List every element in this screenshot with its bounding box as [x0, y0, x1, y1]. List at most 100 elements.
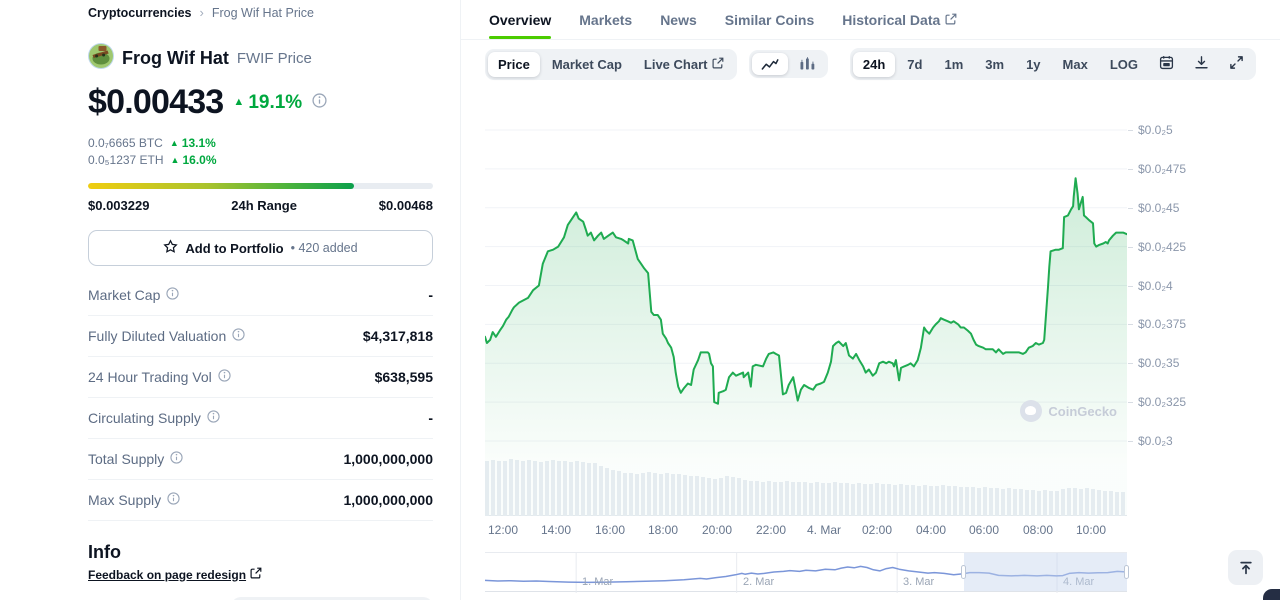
navigator-handle-right[interactable]: [1124, 565, 1129, 579]
add-to-portfolio-button[interactable]: Add to Portfolio • 420 added: [88, 230, 433, 266]
scroll-to-top-button[interactable]: [1228, 550, 1263, 585]
breadcrumb-cryptocurrencies[interactable]: Cryptocurrencies: [88, 6, 192, 20]
stat-row: Circulating Supply -: [88, 398, 433, 439]
page: Cryptocurrencies › Frog Wif Hat Price Fr…: [0, 0, 1280, 600]
range-bar-fill: [88, 183, 354, 189]
y-axis-tick: [1128, 208, 1133, 209]
download-button[interactable]: [1185, 51, 1218, 77]
download-icon: [1194, 55, 1209, 73]
range-max-button[interactable]: Max: [1053, 52, 1098, 77]
stat-label: 24 Hour Trading Vol: [88, 369, 231, 385]
info-icon[interactable]: [170, 451, 183, 467]
coin-price: $0.00433: [88, 83, 223, 122]
range-label: 24h Range: [231, 198, 297, 213]
tab-historical-data[interactable]: Historical Data: [842, 0, 957, 39]
navigator-handle-left[interactable]: [961, 565, 966, 579]
range-24h-button[interactable]: 24h: [853, 52, 895, 77]
tab-markets[interactable]: Markets: [579, 0, 632, 39]
stat-label: Fully Diluted Valuation: [88, 328, 245, 344]
navigator-date-label: 2. Mar: [743, 576, 774, 588]
info-icon[interactable]: [167, 492, 180, 508]
stat-value: -: [428, 410, 433, 426]
external-link-icon: [712, 57, 724, 72]
coingecko-logo-icon: [1020, 400, 1042, 422]
conversion-row-0: 0.0₇6665 BTC▲13.1%: [88, 135, 433, 152]
range-bar: [88, 183, 433, 189]
stat-value: $4,317,818: [363, 328, 433, 344]
x-axis-label: 08:00: [1023, 523, 1053, 537]
navigator-date-label: 3. Mar: [903, 576, 934, 588]
stat-label: Market Cap: [88, 287, 179, 303]
chart-navigator[interactable]: 1. Mar2. Mar3. Mar4. Mar: [485, 552, 1127, 592]
y-axis-label: $0.0₂475: [1138, 162, 1186, 176]
y-axis-tick: [1128, 169, 1133, 170]
navigator-selection[interactable]: [964, 553, 1127, 591]
y-axis-label: $0.0₂425: [1138, 240, 1186, 254]
y-axis-tick: [1128, 363, 1133, 364]
coin-name: Frog Wif Hat: [122, 48, 229, 69]
y-axis-label: $0.0₂3: [1138, 434, 1173, 448]
stat-label: Circulating Supply: [88, 410, 220, 426]
coin-header: Frog Wif Hat FWIF Price: [88, 43, 433, 74]
watermark-label: CoinGecko: [1048, 404, 1117, 419]
candlestick-style-button[interactable]: [790, 53, 825, 75]
fullscreen-button[interactable]: [1220, 51, 1253, 77]
info-icon[interactable]: [207, 410, 220, 426]
x-axis-label: 16:00: [595, 523, 625, 537]
view-price-button[interactable]: Price: [488, 52, 540, 77]
range-log-button[interactable]: LOG: [1100, 52, 1148, 77]
price-chart[interactable]: 12:0014:0016:0018:0020:0022:004. Mar02:0…: [485, 90, 1127, 516]
stat-row: Fully Diluted Valuation $4,317,818: [88, 316, 433, 357]
external-link-icon: [945, 12, 957, 28]
add-to-portfolio-label: Add to Portfolio: [185, 241, 283, 256]
x-axis-label: 12:00: [488, 523, 518, 537]
tab-news[interactable]: News: [660, 0, 697, 39]
chat-widget-corner[interactable]: [1263, 589, 1280, 600]
x-axis-label: 06:00: [969, 523, 999, 537]
range-1y-button[interactable]: 1y: [1016, 52, 1050, 77]
tab-overview[interactable]: Overview: [489, 0, 551, 39]
line-chart-style-button[interactable]: [752, 53, 788, 75]
portfolio-added-count: • 420 added: [291, 241, 358, 255]
star-icon: [163, 239, 178, 257]
external-link-icon: [250, 567, 262, 582]
conversion-row-1: 0.0₅1237 ETH▲16.0%: [88, 152, 433, 169]
view-market-cap-button[interactable]: Market Cap: [542, 52, 632, 77]
price-change: ▲ 19.1%: [233, 92, 302, 114]
coin-logo-icon: [88, 43, 114, 74]
info-icon[interactable]: [166, 287, 179, 303]
price-chart-svg: [485, 90, 1127, 516]
stat-label: Total Supply: [88, 451, 183, 467]
range-7d-button[interactable]: 7d: [897, 52, 932, 77]
info-icon[interactable]: [232, 328, 245, 344]
stat-value: -: [428, 287, 433, 303]
view-live-chart-button[interactable]: Live Chart: [634, 52, 735, 77]
range-low: $0.003229: [88, 198, 149, 213]
info-icon[interactable]: [218, 369, 231, 385]
contract-pill[interactable]: 0xd29...038521: [231, 597, 433, 600]
info-heading: Info: [88, 542, 433, 563]
x-axis-label: 14:00: [541, 523, 571, 537]
contract-row: Contract 0xd29...038521: [88, 597, 433, 600]
chart-panel: Overview Markets News Similar Coins Historic…: [460, 0, 1280, 600]
y-axis-label: $0.0₂4: [1138, 279, 1173, 293]
range-3m-button[interactable]: 3m: [975, 52, 1014, 77]
range-1m-button[interactable]: 1m: [934, 52, 973, 77]
breadcrumb-current: Frog Wif Hat Price: [212, 6, 314, 20]
chevron-right-icon: ›: [200, 5, 204, 20]
info-icon[interactable]: [312, 93, 327, 113]
tab-similar-coins[interactable]: Similar Coins: [725, 0, 814, 39]
coin-summary-panel: Cryptocurrencies › Frog Wif Hat Price Fr…: [88, 0, 433, 600]
stat-label: Max Supply: [88, 492, 180, 508]
stat-row: Market Cap -: [88, 275, 433, 316]
x-axis-label: 22:00: [756, 523, 786, 537]
conversion-value: 0.0₅1237 ETH: [88, 152, 164, 169]
y-axis-tick: [1128, 441, 1133, 442]
y-axis-tick: [1128, 130, 1133, 131]
chart-style-group: [749, 50, 828, 78]
calendar-button[interactable]: [1150, 51, 1183, 77]
y-axis-tick: [1128, 286, 1133, 287]
feedback-link[interactable]: Feedback on page redesign: [88, 567, 262, 582]
coin-ticker-label: FWIF Price: [237, 50, 312, 67]
up-arrow-icon: ▲: [171, 152, 180, 169]
